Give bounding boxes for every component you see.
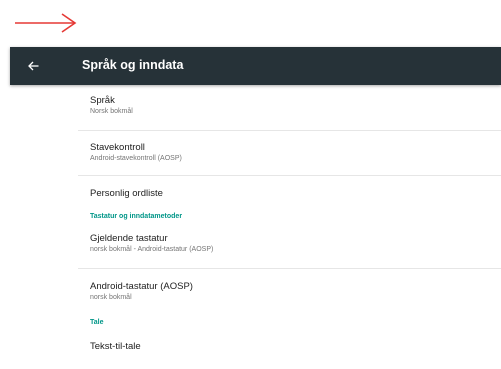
setting-personal-dictionary[interactable]: Personlig ordliste xyxy=(10,176,501,209)
setting-android-keyboard[interactable]: Android-tastatur (AOSP) norsk bokmål xyxy=(10,269,501,316)
red-arrow-right-icon xyxy=(15,13,77,33)
page-title: Språk og inndata xyxy=(82,58,184,72)
setting-title: Tekst-til-tale xyxy=(90,341,141,352)
setting-summary: norsk bokmål - Android-tastatur (AOSP) xyxy=(90,246,214,253)
setting-summary: norsk bokmål xyxy=(90,294,132,301)
settings-list: Språk Norsk bokmål Stavekontroll Android… xyxy=(10,85,501,368)
setting-summary: Android-stavekontroll (AOSP) xyxy=(90,155,182,162)
setting-title: Personlig ordliste xyxy=(90,188,163,199)
setting-title: Android-tastatur (AOSP) xyxy=(90,281,193,292)
setting-title: Stavekontroll xyxy=(90,142,145,153)
setting-language[interactable]: Språk Norsk bokmål xyxy=(10,85,501,131)
section-header-keyboard: Tastatur og inndatametoder xyxy=(90,213,183,220)
setting-spellcheck[interactable]: Stavekontroll Android-stavekontroll (AOS… xyxy=(10,131,501,176)
screen: Språk og inndata Språk Norsk bokmål Stav… xyxy=(0,0,501,369)
setting-current-keyboard[interactable]: Gjeldende tastatur norsk bokmål - Androi… xyxy=(10,228,501,269)
setting-title: Gjeldende tastatur xyxy=(90,233,168,244)
app-bar: Språk og inndata xyxy=(10,47,501,85)
section-header-speech: Tale xyxy=(90,319,104,326)
setting-text-to-speech[interactable]: Tekst-til-tale xyxy=(10,338,501,368)
setting-summary: Norsk bokmål xyxy=(90,108,133,115)
setting-title: Språk xyxy=(90,95,115,106)
back-button[interactable] xyxy=(18,47,48,85)
arrow-back-icon xyxy=(27,61,38,71)
